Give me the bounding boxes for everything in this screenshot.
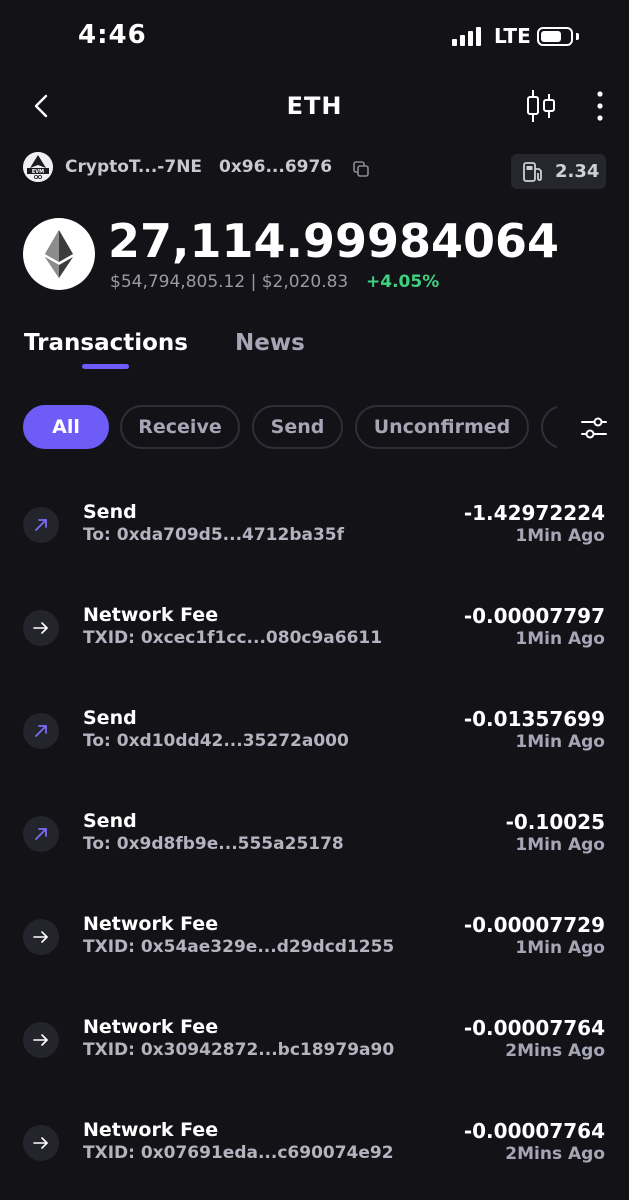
transaction-time: 2Mins Ago [505,1144,605,1164]
candlestick-chart-button[interactable] [523,88,559,124]
transaction-detail: TXID: 0x30942872...bc18979a90 [83,1040,395,1060]
transaction-row[interactable]: Send To: 0x9d8fb9e...555a25178 -0.10025 … [0,810,629,880]
network-fee-icon [23,1022,59,1058]
filter-settings-button[interactable] [580,415,608,441]
battery-icon [537,27,573,46]
transaction-amount: -0.01357699 [463,707,605,731]
filter-all-chip[interactable]: All [23,405,109,449]
transaction-amount: -0.00007797 [463,604,605,628]
status-time: 4:46 [78,20,147,50]
network-fee-icon [23,919,59,955]
transaction-type: Network Fee [83,1119,219,1141]
send-icon [23,816,59,852]
eth-coin-logo [23,218,95,290]
wallet-avatar[interactable]: EVM [23,152,53,182]
vertical-dots-icon [597,91,603,121]
candlestick-icon [527,90,555,122]
fiat-value-and-price: $54,794,805.12 | $2,020.83 [110,272,349,292]
more-options-button[interactable] [588,88,612,124]
transaction-type: Send [83,501,137,523]
wallet-address[interactable]: 0x96...6976 [219,157,332,177]
arrow-up-right-icon [35,519,47,531]
evm-logo-icon: EVM [23,152,53,182]
gas-fee-value: 2.34 [555,161,600,182]
transaction-type: Network Fee [83,1016,219,1038]
filter-unconfirmed-chip[interactable]: Unconfirmed [355,405,529,449]
transaction-time: 1Min Ago [515,835,605,855]
send-icon [23,507,59,543]
chevron-left-icon [34,94,48,118]
tab-transactions[interactable]: Transactions [24,330,188,356]
evm-logo-text: EVM [32,169,44,175]
arrow-right-icon [33,1137,48,1149]
transaction-amount: -0.00007764 [463,1119,605,1143]
ethereum-icon [45,230,73,278]
transaction-detail: TXID: 0xcec1f1cc...080c9a6611 [83,628,383,648]
price-change-percent: +4.05% [366,272,440,292]
transaction-row[interactable]: Network Fee TXID: 0x54ae329e...d29dcd125… [0,913,629,983]
transaction-row[interactable]: Send To: 0xda709d5...4712ba35f -1.429722… [0,501,629,571]
transaction-detail: To: 0x9d8fb9e...555a25178 [83,834,344,854]
wallet-name[interactable]: CryptoT...-7NE [65,157,202,177]
transaction-row[interactable]: Network Fee TXID: 0x30942872...bc18979a9… [0,1016,629,1086]
arrow-up-right-icon [35,725,47,737]
gas-pump-icon [523,162,542,182]
filter-send-chip[interactable]: Send [252,405,343,449]
transaction-time: 1Min Ago [515,732,605,752]
transaction-time: 1Min Ago [515,526,605,546]
transaction-amount: -1.42972224 [463,501,605,525]
arrow-up-right-icon [35,828,47,840]
transaction-detail: To: 0xda709d5...4712ba35f [83,525,345,545]
transaction-type: Send [83,707,137,729]
transaction-amount: -0.00007729 [463,913,605,937]
signal-icon [452,26,484,46]
active-tab-indicator [82,364,129,369]
back-button[interactable] [28,92,56,120]
transaction-amount: -0.10025 [505,810,605,834]
transaction-detail: TXID: 0x07691eda...c690074e92 [83,1143,394,1163]
transaction-row[interactable]: Network Fee TXID: 0xcec1f1cc...080c9a661… [0,604,629,674]
network-label: LTE [494,24,531,48]
send-icon [23,713,59,749]
tab-news[interactable]: News [235,330,305,356]
sliders-icon [581,417,607,439]
copy-icon [353,161,369,177]
transaction-type: Network Fee [83,913,219,935]
network-fee-icon [23,610,59,646]
arrow-right-icon [33,931,48,943]
transaction-detail: TXID: 0x54ae329e...d29dcd1255 [83,937,395,957]
battery-tip [576,33,579,40]
transaction-amount: -0.00007764 [463,1016,605,1040]
arrow-right-icon [33,622,48,634]
transaction-time: 1Min Ago [515,629,605,649]
filter-receive-chip[interactable]: Receive [120,405,240,449]
transaction-detail: To: 0xd10dd42...35272a000 [83,731,349,751]
transaction-type: Network Fee [83,604,219,626]
transaction-time: 2Mins Ago [505,1041,605,1061]
transaction-row[interactable]: Send To: 0xd10dd42...35272a000 -0.013576… [0,707,629,777]
arrow-right-icon [33,1034,48,1046]
copy-address-button[interactable] [352,160,370,178]
transaction-type: Send [83,810,137,832]
transaction-row[interactable]: Network Fee TXID: 0x07691eda...c690074e9… [0,1119,629,1189]
token-balance: 27,114.99984064 [108,214,560,268]
gas-fee-badge[interactable]: 2.34 [511,154,606,189]
transaction-time: 1Min Ago [515,938,605,958]
network-fee-icon [23,1125,59,1161]
